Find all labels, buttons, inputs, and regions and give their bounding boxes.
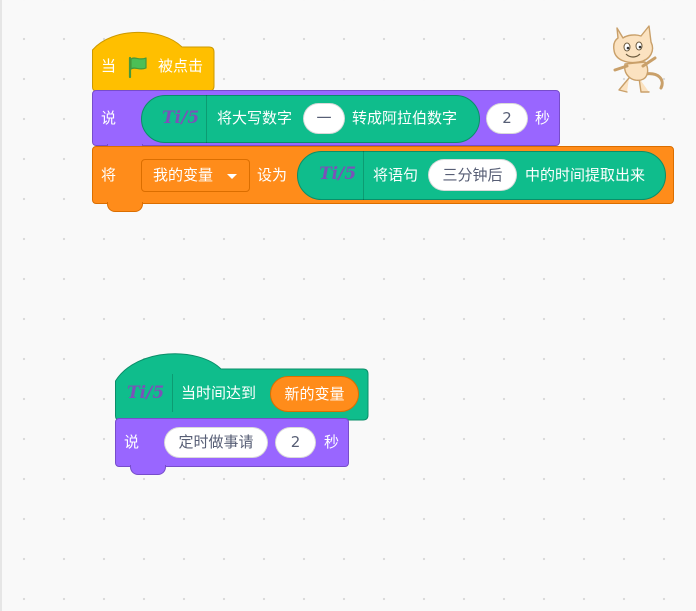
say-message-input[interactable]: 定时做事请: [164, 427, 268, 458]
say-seconds-input[interactable]: 2: [275, 427, 316, 458]
reporter-suffix-label: 中的时间提取出来: [525, 166, 646, 184]
block-bottom-notch: [107, 202, 143, 212]
reporter-divider: [206, 95, 207, 143]
caret-down-icon: [227, 174, 237, 179]
hat-when-label: 当: [101, 57, 117, 75]
when-time-reached-label: 当时间达到: [181, 384, 257, 402]
say-label: 说: [124, 433, 140, 451]
reporter-suffix-label: 转成阿拉伯数字: [352, 109, 458, 127]
reporter-divider: [363, 151, 364, 200]
reporter-prefix-label: 将语句: [373, 166, 419, 184]
green-flag-icon: [128, 56, 147, 79]
reporter-prefix-label: 将大写数字: [217, 109, 293, 127]
ti5-extension-logo-icon: Ti/5: [319, 164, 357, 184]
ti5-extension-logo-icon: Ti/5: [162, 108, 200, 128]
ti5-extension-logo-icon: Ti/5: [127, 383, 165, 403]
set-label: 将: [101, 166, 117, 184]
hat-divider: [172, 374, 173, 412]
set-to-label: 设为: [257, 166, 288, 184]
hat-clicked-label: 被点击: [158, 57, 204, 75]
say-label: 说: [101, 109, 117, 127]
workspace-left-edge: [0, 0, 2, 611]
chinese-numeral-input[interactable]: 一: [303, 103, 345, 134]
say-seconds-label: 秒: [324, 433, 340, 451]
scratch-cat-icon[interactable]: [609, 22, 671, 96]
say-seconds-input[interactable]: 2: [486, 103, 528, 134]
sentence-input[interactable]: 三分钟后: [428, 159, 517, 191]
variable-dropdown-value: 我的变量: [153, 166, 214, 184]
say-seconds-label: 秒: [535, 109, 551, 127]
block-bottom-notch: [130, 465, 166, 475]
new-variable-reporter[interactable]: 新的变量: [270, 376, 359, 412]
variable-dropdown[interactable]: 我的变量: [141, 159, 250, 192]
